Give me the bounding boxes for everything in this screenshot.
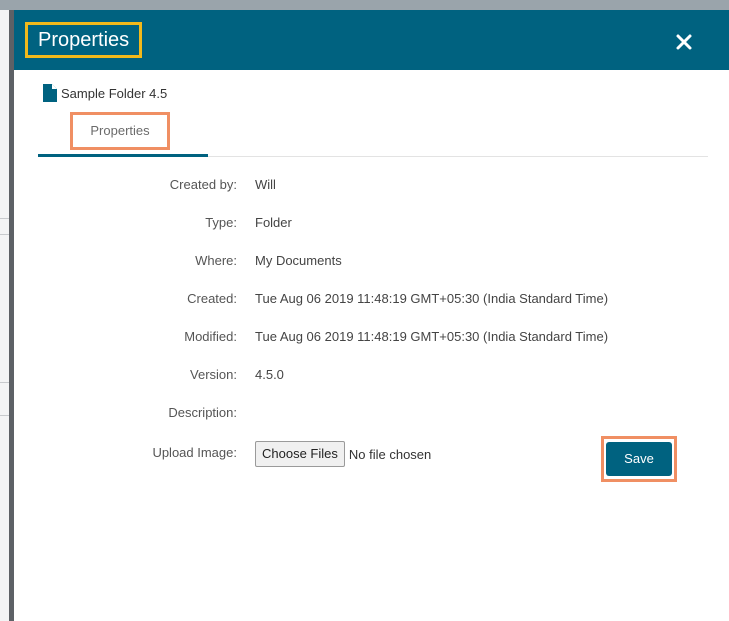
- property-value: Folder: [255, 215, 292, 230]
- file-status: No file chosen: [348, 446, 432, 462]
- property-version: Version: 4.5.0: [14, 367, 729, 389]
- property-label: Description:: [168, 405, 237, 420]
- property-description: Description:: [14, 405, 729, 427]
- background-divider: [0, 415, 9, 416]
- property-label: Modified:: [184, 329, 237, 344]
- item-name: Sample Folder 4.5: [61, 85, 168, 101]
- property-label: Created:: [187, 291, 237, 306]
- property-label: Upload Image:: [152, 445, 237, 460]
- background-divider: [0, 382, 9, 383]
- background-divider: [0, 234, 9, 235]
- active-tab-indicator: [38, 154, 208, 157]
- close-icon: [676, 34, 692, 50]
- file-icon: [43, 84, 57, 102]
- property-label: Type:: [205, 215, 237, 230]
- property-value: Will: [255, 177, 276, 192]
- property-created: Created: Tue Aug 06 2019 11:48:19 GMT+05…: [14, 291, 729, 313]
- property-label: Created by:: [169, 177, 237, 192]
- save-button[interactable]: Save: [606, 442, 672, 476]
- page: Properties Sample Folder 4.5 Properties …: [0, 0, 729, 621]
- property-modified: Modified: Tue Aug 06 2019 11:48:19 GMT+0…: [14, 329, 729, 351]
- background-top-strip: [0, 0, 729, 10]
- property-created-by: Created by: Will: [14, 177, 729, 199]
- property-value: Tue Aug 06 2019 11:48:19 GMT+05:30 (Indi…: [255, 329, 609, 344]
- property-where: Where: My Documents: [14, 253, 729, 275]
- property-value: Tue Aug 06 2019 11:48:19 GMT+05:30 (Indi…: [255, 291, 609, 306]
- tab-properties[interactable]: Properties: [70, 112, 170, 150]
- upload-image-chooser: Choose Files No file chosen: [255, 441, 431, 467]
- item-header: Sample Folder 4.5: [42, 83, 167, 103]
- dialog-title: Properties: [25, 22, 143, 58]
- tab-bar: Properties: [38, 110, 708, 158]
- choose-files-button[interactable]: Choose Files: [255, 441, 345, 467]
- close-button[interactable]: [672, 30, 696, 54]
- property-value: 4.5.0: [255, 367, 284, 382]
- background-divider: [0, 218, 9, 219]
- dialog-header: Properties: [14, 10, 729, 70]
- properties-dialog: Properties Sample Folder 4.5 Properties …: [14, 10, 729, 621]
- property-type: Type: Folder: [14, 215, 729, 237]
- property-value: My Documents: [255, 253, 342, 268]
- property-label: Where:: [195, 253, 237, 268]
- tab-divider: [208, 156, 708, 157]
- property-label: Version:: [190, 367, 237, 382]
